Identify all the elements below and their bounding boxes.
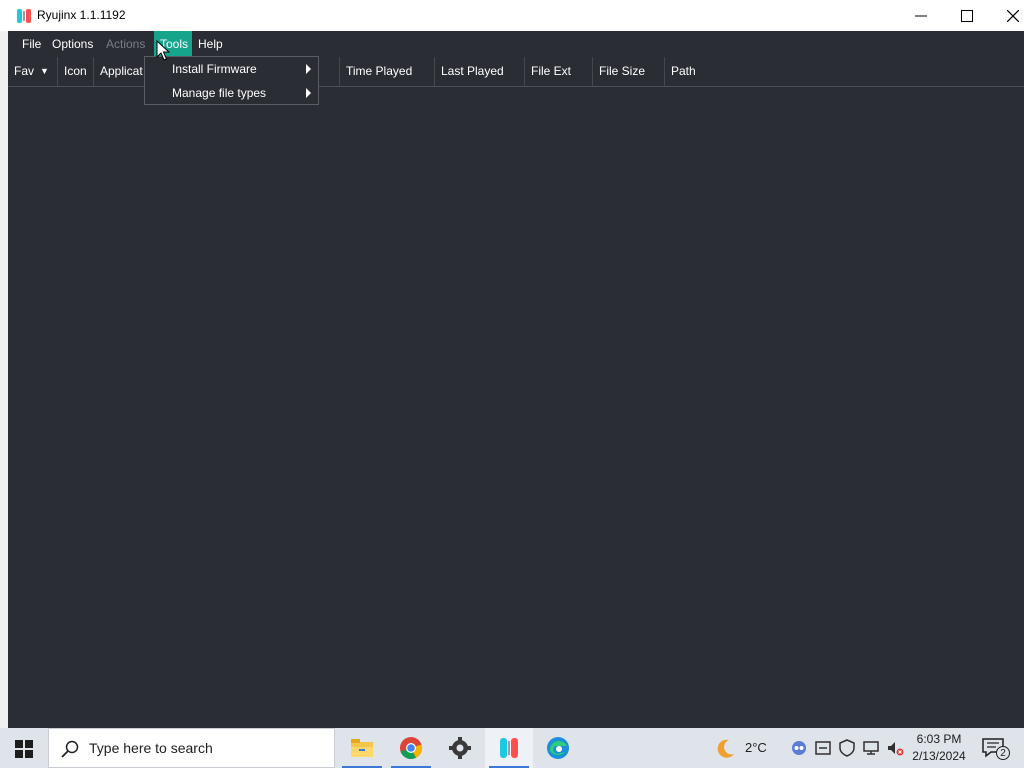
windows-logo-icon: [15, 740, 33, 758]
maximize-icon: [961, 10, 973, 22]
system-tool-icon[interactable]: [814, 739, 832, 757]
taskbar-chrome[interactable]: [387, 728, 435, 768]
menu-options[interactable]: Options: [46, 31, 99, 57]
window-border: [0, 31, 8, 728]
column-fav-label: Fav: [14, 64, 35, 78]
edge-icon: [547, 737, 569, 759]
start-button[interactable]: [0, 728, 48, 768]
close-icon: [1007, 10, 1019, 22]
taskbar-settings[interactable]: [436, 728, 484, 768]
notification-count-badge: 2: [996, 746, 1010, 760]
maximize-button[interactable]: [944, 0, 990, 31]
menu-item-manage-file-types-label: Manage file types: [172, 86, 267, 100]
mouse-cursor-icon: [156, 40, 170, 61]
menu-file[interactable]: File: [16, 31, 47, 57]
column-time-played[interactable]: Time Played: [340, 57, 435, 86]
clock-time: 6:03 PM: [916, 732, 962, 746]
taskbar-ryujinx[interactable]: [485, 728, 533, 768]
taskbar-edge[interactable]: [534, 728, 582, 768]
ryujinx-logo-icon: [17, 9, 31, 23]
column-fav[interactable]: Fav ▼: [8, 57, 58, 86]
close-button[interactable]: [990, 0, 1024, 31]
taskbar-file-explorer[interactable]: [338, 728, 386, 768]
weather-temperature: 2°C: [745, 740, 767, 755]
chrome-icon: [400, 737, 423, 760]
game-list-area: [0, 31, 1024, 728]
column-path[interactable]: Path: [665, 57, 1024, 86]
menu-help[interactable]: Help: [192, 31, 229, 57]
volume-muted-icon[interactable]: [886, 739, 904, 757]
settings-icon: [449, 737, 471, 759]
screen: Ryujinx 1.1.1192 File Options Actions To…: [0, 0, 1024, 768]
window-title: Ryujinx 1.1.1192: [37, 8, 126, 22]
file-explorer-icon: [351, 739, 373, 757]
menu-item-install-firmware-label: Install Firmware: [172, 62, 257, 76]
column-icon[interactable]: Icon: [58, 57, 94, 86]
sort-down-icon: ▼: [40, 66, 49, 76]
taskbar-search-box[interactable]: Type here to search: [48, 728, 335, 768]
clock-date: 2/13/2024: [912, 749, 966, 763]
moon-icon: [717, 739, 734, 758]
title-bar[interactable]: Ryujinx 1.1.1192: [0, 0, 1024, 31]
tools-dropdown-menu: Install Firmware Manage file types: [144, 56, 319, 105]
menu-item-install-firmware[interactable]: Install Firmware: [145, 57, 318, 81]
network-monitor-icon[interactable]: [862, 739, 880, 757]
notification-center-button[interactable]: 2: [976, 728, 1016, 768]
column-file-size[interactable]: File Size: [593, 57, 665, 86]
security-shield-icon[interactable]: [838, 739, 856, 757]
submenu-arrow-icon: [306, 88, 311, 98]
minimize-icon: [915, 15, 927, 17]
search-icon: [61, 740, 79, 758]
submenu-arrow-icon: [306, 64, 311, 74]
taskbar-clock[interactable]: 6:03 PM 2/13/2024: [908, 728, 970, 768]
taskbar: Type here to search 2°C 6:03 PM 2/13/202…: [0, 728, 1024, 768]
column-last-played[interactable]: Last Played: [435, 57, 525, 86]
minimize-button[interactable]: [898, 0, 944, 31]
column-file-ext[interactable]: File Ext: [525, 57, 593, 86]
search-placeholder: Type here to search: [89, 740, 213, 756]
menu-actions[interactable]: Actions: [100, 31, 151, 57]
menu-item-manage-file-types[interactable]: Manage file types: [145, 81, 318, 105]
ryujinx-icon: [500, 738, 518, 758]
network-app-icon[interactable]: [790, 739, 808, 757]
taskbar-weather[interactable]: 2°C: [708, 728, 778, 768]
